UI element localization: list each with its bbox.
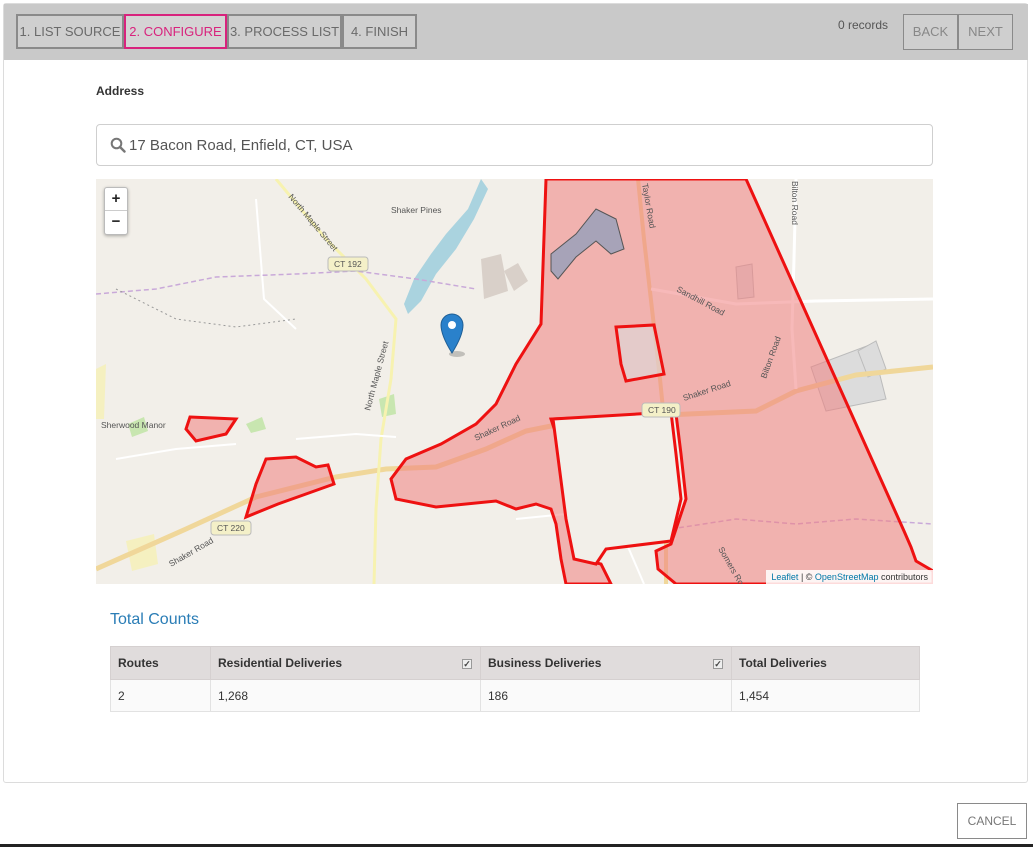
map-tiles: Shaker Pines CT 192 North Maple Street N… <box>96 179 933 584</box>
cell-business: 186 <box>480 679 732 712</box>
cancel-button[interactable]: CANCEL <box>957 803 1027 839</box>
search-icon <box>110 137 126 153</box>
map-zoom-control: + − <box>104 187 128 235</box>
step-finish[interactable]: 4. FINISH <box>342 14 417 49</box>
leaflet-link[interactable]: Leaflet <box>771 572 798 582</box>
header-total: Total Deliveries <box>731 646 920 680</box>
map-label-ct220: CT 220 <box>217 523 245 533</box>
address-search-box[interactable] <box>96 124 933 166</box>
residential-checkbox[interactable]: ✓ <box>462 659 472 669</box>
header-routes-label: Routes <box>118 656 159 670</box>
cell-routes: 2 <box>110 679 211 712</box>
map-label-ct190: CT 190 <box>648 405 676 415</box>
cell-residential: 1,268 <box>210 679 481 712</box>
zoom-out-button[interactable]: − <box>105 211 127 234</box>
total-counts-table: Routes Residential Deliveries ✓ Business … <box>110 646 920 712</box>
route-map[interactable]: Shaker Pines CT 192 North Maple Street N… <box>96 179 933 584</box>
next-button[interactable]: NEXT <box>958 14 1013 50</box>
header-business: Business Deliveries ✓ <box>480 646 732 680</box>
address-label: Address <box>96 84 145 98</box>
header-business-label: Business Deliveries <box>488 656 602 670</box>
map-label-sherwood-manor: Sherwood Manor <box>101 420 166 430</box>
back-button[interactable]: BACK <box>903 14 958 50</box>
header-total-label: Total Deliveries <box>739 656 827 670</box>
step-configure[interactable]: 2. CONFIGURE <box>124 14 227 49</box>
table-row: 2 1,268 186 1,454 <box>110 679 920 712</box>
business-checkbox[interactable]: ✓ <box>713 659 723 669</box>
map-label-shaker-pines: Shaker Pines <box>391 205 442 215</box>
attribution-separator: | © <box>798 572 815 582</box>
map-label-bilton-road-1: Bilton Road <box>790 181 800 225</box>
header-routes: Routes <box>110 646 211 680</box>
records-count: 0 records <box>838 18 889 32</box>
map-label-ct192: CT 192 <box>334 259 362 269</box>
openstreetmap-link[interactable]: OpenStreetMap <box>815 572 879 582</box>
header-residential: Residential Deliveries ✓ <box>210 646 481 680</box>
cell-total: 1,454 <box>731 679 920 712</box>
total-counts-title: Total Counts <box>110 611 199 628</box>
attribution-tail: contributors <box>878 572 928 582</box>
zoom-in-button[interactable]: + <box>105 188 127 211</box>
map-attribution: Leaflet | © OpenStreetMap contributors <box>766 570 933 584</box>
step-process-list[interactable]: 3. PROCESS LIST <box>227 14 342 49</box>
address-input[interactable] <box>129 133 919 157</box>
header-residential-label: Residential Deliveries <box>218 656 343 670</box>
step-list-source[interactable]: 1. LIST SOURCE <box>16 14 124 49</box>
